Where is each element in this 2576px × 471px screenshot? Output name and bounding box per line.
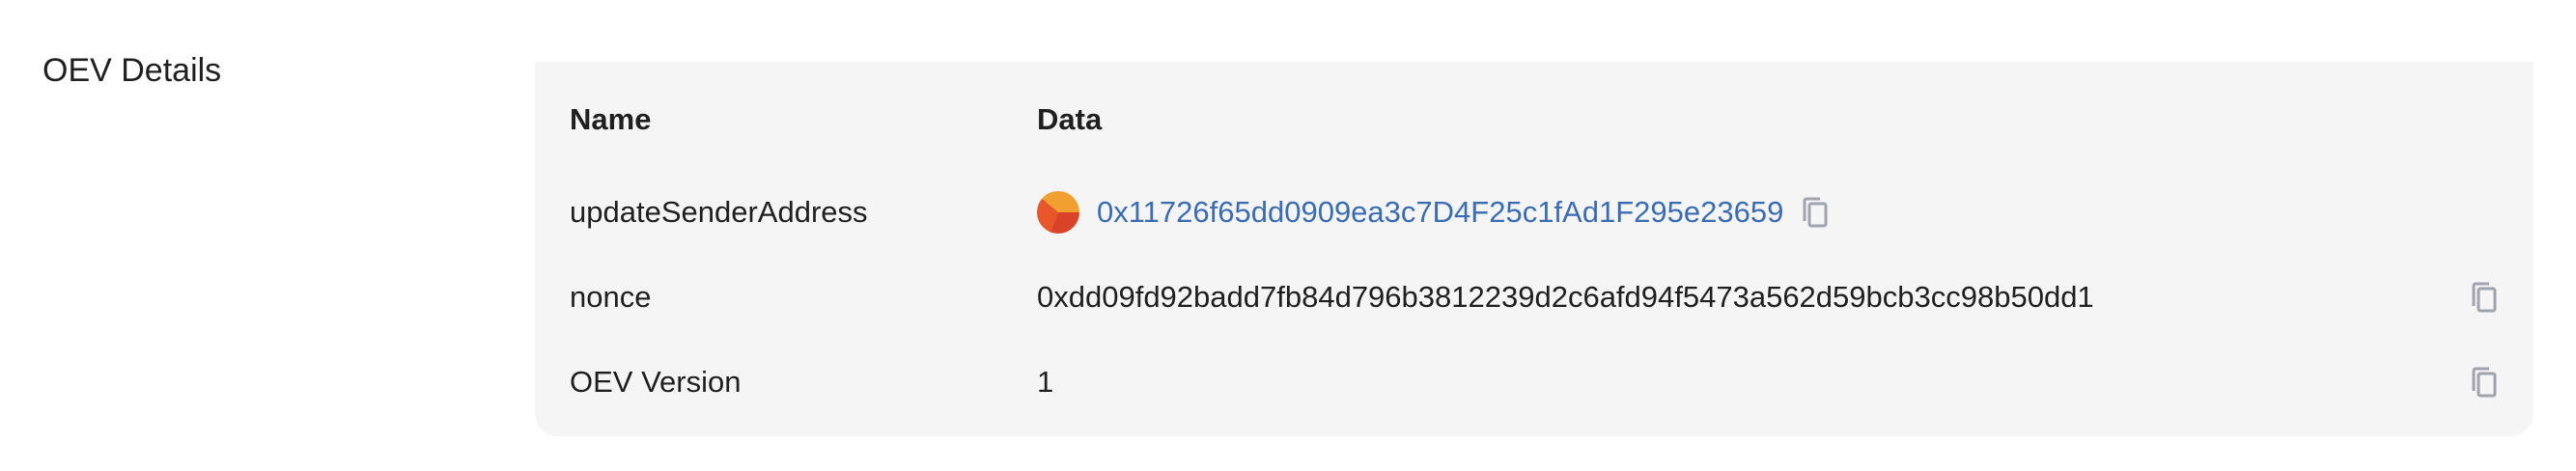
copy-icon[interactable]: [2470, 366, 2499, 399]
table-row: nonce 0xdd09fd92badd7fb84d796b3812239d2c…: [535, 268, 2534, 326]
table-row: updateSenderAddress 0x11726f65dd0909ea3c…: [535, 183, 2534, 241]
copy-icon[interactable]: [2470, 281, 2499, 314]
oev-details-section: OEV Details Name Data updateSenderAddres…: [0, 0, 2576, 471]
row-data-nonce: 0xdd09fd92badd7fb84d796b3812239d2c6afd94…: [1037, 280, 2094, 314]
oev-details-table: Name Data updateSenderAddress 0x11726f65…: [535, 62, 2534, 436]
address-avatar-icon: [1037, 191, 1079, 234]
column-header-data: Data: [1037, 102, 1103, 136]
address-link[interactable]: 0x11726f65dd0909ea3c7D4F25c1fAd1F295e236…: [1097, 195, 1783, 230]
table-row: OEV Version 1: [535, 353, 2534, 411]
row-name-oev-version: OEV Version: [570, 365, 742, 399]
row-name-nonce: nonce: [570, 280, 652, 314]
row-name-update-sender-address: updateSenderAddress: [570, 195, 868, 229]
copy-icon[interactable]: [1801, 196, 1830, 229]
table-header-row: Name Data: [535, 91, 2534, 149]
row-data-oev-version: 1: [1037, 365, 1054, 399]
row-data-update-sender-address: 0x11726f65dd0909ea3c7D4F25c1fAd1F295e236…: [1037, 183, 1830, 241]
section-title: OEV Details: [42, 52, 222, 89]
column-header-name: Name: [570, 102, 652, 136]
